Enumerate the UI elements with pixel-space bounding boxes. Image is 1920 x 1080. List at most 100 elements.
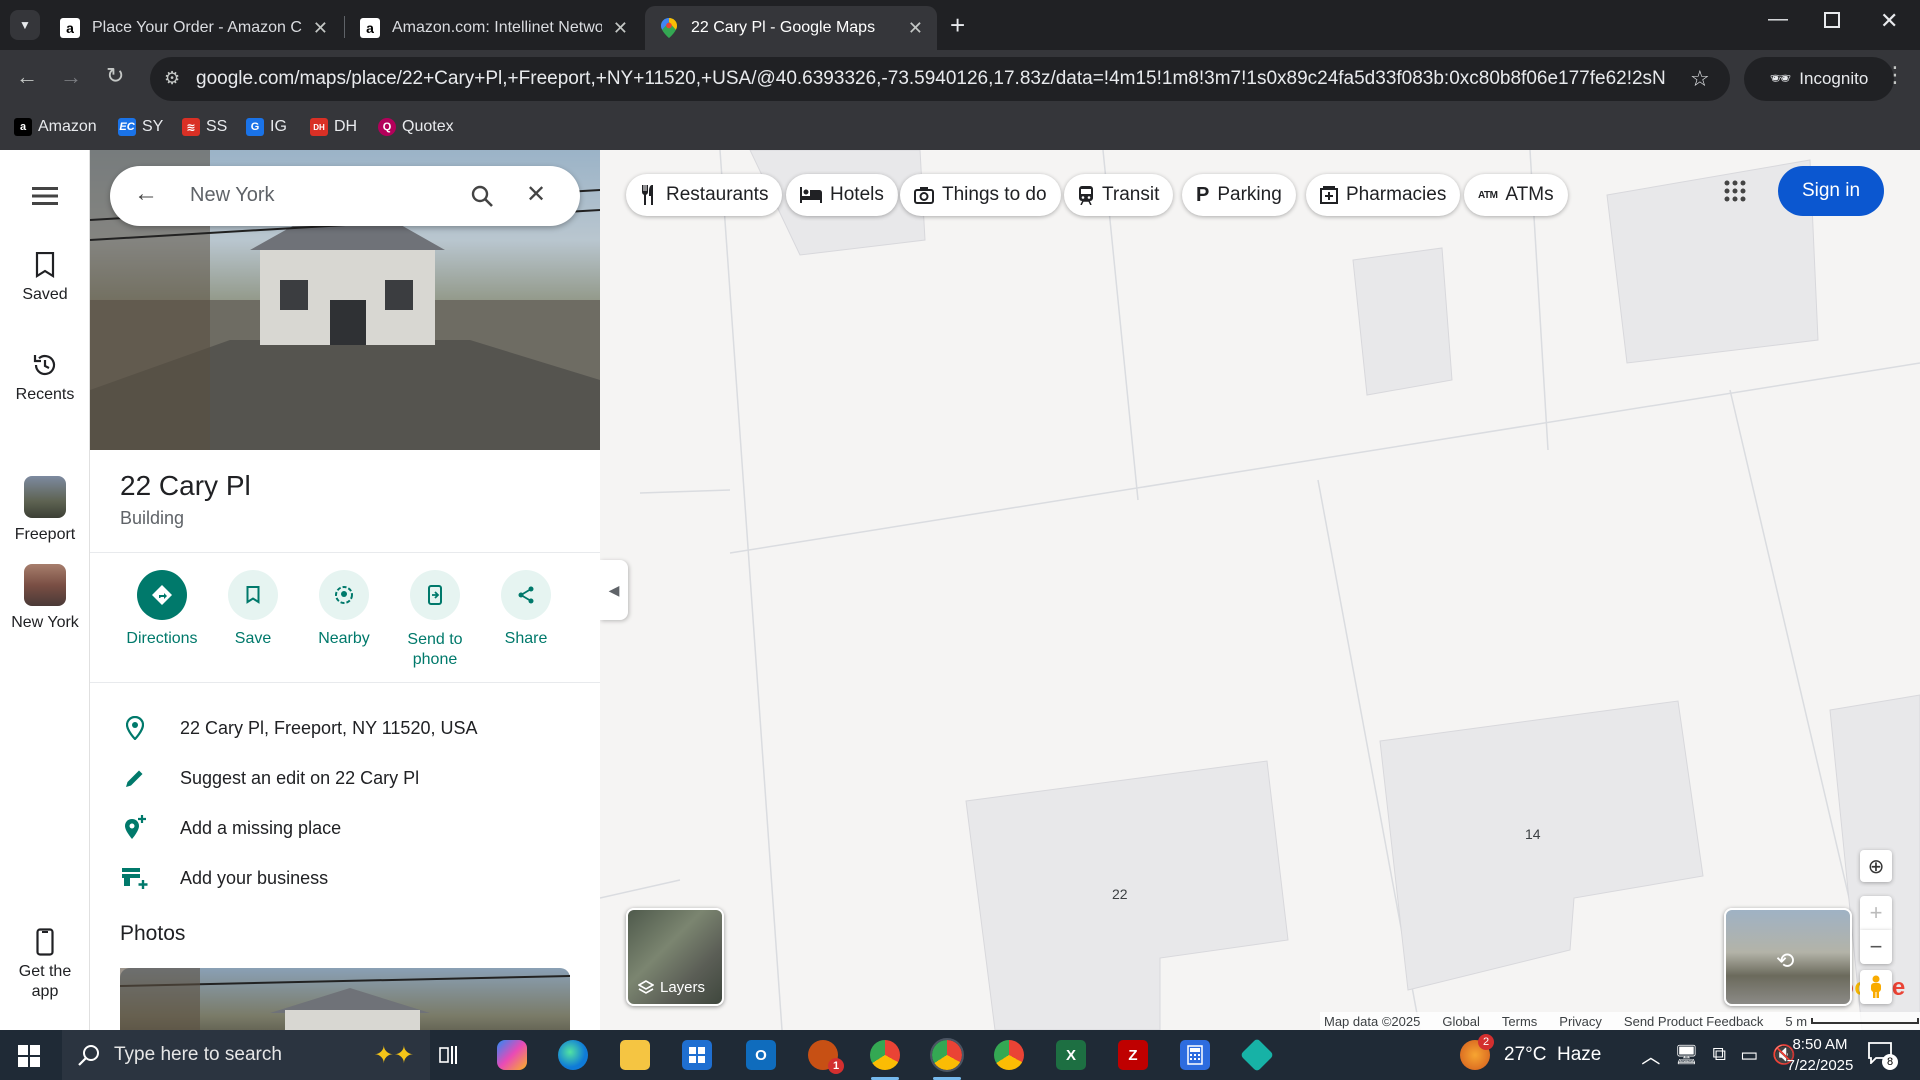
- tab-search-dropdown-icon[interactable]: ▼: [10, 10, 40, 40]
- chip-pharmacies[interactable]: Pharmacies: [1306, 174, 1461, 216]
- close-tab-icon[interactable]: ✕: [908, 18, 923, 39]
- restore-icon[interactable]: [1824, 12, 1840, 28]
- suggest-edit-row[interactable]: Suggest an edit on 22 Cary Pl: [120, 763, 419, 793]
- search-input[interactable]: New York: [190, 184, 275, 207]
- nearby-button[interactable]: Nearby: [294, 570, 394, 648]
- bookmark-star-icon[interactable]: ☆: [1690, 66, 1710, 92]
- bookmark-amazon[interactable]: a Amazon: [14, 118, 97, 136]
- place-hero-photo[interactable]: ← New York ✕: [90, 150, 600, 450]
- chip-atms[interactable]: ATM ATMs: [1464, 174, 1568, 216]
- global-link[interactable]: Global: [1442, 1014, 1480, 1029]
- place-category[interactable]: Building: [120, 508, 184, 529]
- bookmark-dh[interactable]: DH DH: [310, 118, 357, 136]
- google-apps-icon[interactable]: [1724, 180, 1746, 207]
- bookmark-ig[interactable]: G IG: [246, 118, 287, 136]
- scale-bar[interactable]: 5 m: [1785, 1014, 1920, 1029]
- search-icon[interactable]: [470, 184, 494, 208]
- reload-icon[interactable]: ↻: [106, 63, 124, 89]
- site-info-icon[interactable]: ⚙: [164, 68, 180, 89]
- close-window-icon[interactable]: ✕: [1880, 8, 1898, 34]
- send-feedback-link[interactable]: Send Product Feedback: [1624, 1014, 1763, 1029]
- minimize-icon[interactable]: —: [1768, 8, 1788, 31]
- close-tab-icon[interactable]: ✕: [613, 18, 628, 39]
- zoom-out-button[interactable]: −: [1860, 930, 1892, 964]
- bookmark-quotex[interactable]: Q Quotex: [378, 118, 454, 136]
- weather-text[interactable]: 27°C Haze: [1504, 1044, 1601, 1066]
- chip-things-to-do[interactable]: Things to do: [900, 174, 1061, 216]
- bookmark-ss[interactable]: ≋ SS: [182, 118, 227, 136]
- add-business-row[interactable]: Add your business: [120, 863, 328, 893]
- new-tab-icon[interactable]: +: [950, 10, 965, 41]
- chip-restaurants[interactable]: Restaurants: [626, 174, 783, 216]
- browser-menu-icon[interactable]: ⋮: [1884, 62, 1906, 88]
- task-view-icon[interactable]: [435, 1040, 465, 1070]
- device-icon[interactable]: ⧉: [1713, 1044, 1727, 1066]
- rail-recent-freeport[interactable]: Freeport: [0, 476, 90, 544]
- photo-thumbnail[interactable]: [119, 968, 571, 1030]
- pegman-icon[interactable]: [1860, 970, 1892, 1004]
- back-arrow-icon[interactable]: ←: [134, 180, 158, 208]
- clear-search-icon[interactable]: ✕: [526, 180, 546, 209]
- edge-browser-icon[interactable]: [558, 1040, 588, 1070]
- ig-icon: G: [246, 118, 264, 136]
- tradingview-icon[interactable]: 1: [808, 1040, 844, 1074]
- bookmark-label: DH: [334, 118, 358, 135]
- street-view-thumbnail[interactable]: ⟲: [1724, 908, 1852, 1006]
- incognito-indicator[interactable]: 🕶 Incognito: [1744, 57, 1894, 101]
- tab-amazon-intellinet[interactable]: a Amazon.com: Intellinet Network ✕: [346, 6, 642, 50]
- share-button[interactable]: Share: [476, 570, 576, 648]
- taskbar-search-box[interactable]: Type here to search ✦✦: [62, 1030, 430, 1080]
- map-canvas[interactable]: Restaurants Hotels Things to do Transit …: [600, 150, 1920, 1030]
- zoom-in-button[interactable]: +: [1860, 896, 1892, 930]
- windows-start-icon[interactable]: [18, 1045, 40, 1072]
- add-missing-place-row[interactable]: Add a missing place: [120, 813, 341, 843]
- my-location-button[interactable]: ⊕: [1860, 850, 1892, 882]
- chrome-icon[interactable]: [870, 1040, 900, 1070]
- rail-recent-new-york[interactable]: New York: [0, 564, 90, 632]
- microsoft-store-icon[interactable]: [682, 1040, 712, 1070]
- search-box[interactable]: ← New York ✕: [110, 166, 580, 226]
- chip-transit[interactable]: Transit: [1064, 174, 1174, 216]
- rail-saved[interactable]: Saved: [0, 252, 90, 304]
- save-button[interactable]: Save: [203, 570, 303, 648]
- send-to-phone-button[interactable]: Send to phone: [385, 570, 485, 670]
- layers-button[interactable]: Layers: [626, 908, 724, 1006]
- chrome-profile-icon[interactable]: [994, 1040, 1024, 1070]
- excel-icon[interactable]: X: [1056, 1040, 1086, 1070]
- chip-hotels[interactable]: Hotels: [786, 174, 898, 216]
- privacy-link[interactable]: Privacy: [1559, 1014, 1602, 1029]
- copilot-sparkle-icon[interactable]: ✦✦: [374, 1041, 414, 1070]
- divider: [90, 552, 600, 553]
- tab-title: Amazon.com: Intellinet Network: [392, 19, 602, 36]
- outlook-icon[interactable]: O: [746, 1040, 776, 1070]
- address-bar[interactable]: ⚙ google.com/maps/place/22+Cary+Pl,+Free…: [150, 57, 1730, 101]
- address-row[interactable]: 22 Cary Pl, Freeport, NY 11520, USA: [120, 713, 477, 743]
- chip-parking[interactable]: P Parking: [1182, 174, 1296, 216]
- weather-icon[interactable]: 2: [1460, 1034, 1494, 1070]
- forward-icon[interactable]: →: [60, 64, 82, 90]
- app-diamond-icon[interactable]: [1240, 1038, 1274, 1072]
- collapse-panel-button[interactable]: ◀: [600, 560, 628, 620]
- network-monitor-icon[interactable]: 🖥: [1674, 1043, 1698, 1067]
- file-explorer-icon[interactable]: [620, 1040, 650, 1070]
- taskbar-clock[interactable]: 8:50 AM 7/22/2025: [1760, 1034, 1880, 1076]
- terms-link[interactable]: Terms: [1502, 1014, 1537, 1029]
- copilot-icon[interactable]: [497, 1040, 527, 1070]
- show-hidden-icons-chevron-icon[interactable]: ︿: [1641, 1042, 1660, 1069]
- battery-icon[interactable]: ▭: [1740, 1044, 1758, 1067]
- bookmark-sy[interactable]: EC SY: [118, 118, 163, 136]
- rail-recents[interactable]: Recents: [0, 352, 90, 404]
- chrome-incognito-icon[interactable]: [930, 1038, 964, 1072]
- back-icon[interactable]: ←: [16, 64, 38, 90]
- tab-amazon-order[interactable]: a Place Your Order - Amazon Che ✕: [46, 6, 342, 50]
- main-menu-icon[interactable]: [32, 186, 58, 211]
- calculator-icon[interactable]: [1180, 1040, 1210, 1070]
- tab-google-maps[interactable]: 22 Cary Pl - Google Maps ✕: [645, 6, 937, 50]
- get-the-app-button[interactable]: Get the app: [0, 928, 90, 1002]
- filezilla-icon[interactable]: Z: [1118, 1040, 1148, 1070]
- close-tab-icon[interactable]: ✕: [313, 18, 328, 39]
- sign-in-button[interactable]: Sign in: [1778, 166, 1884, 216]
- quotex-icon: Q: [378, 118, 396, 136]
- directions-button[interactable]: Directions: [112, 570, 212, 648]
- notification-center-icon[interactable]: 8: [1868, 1042, 1898, 1070]
